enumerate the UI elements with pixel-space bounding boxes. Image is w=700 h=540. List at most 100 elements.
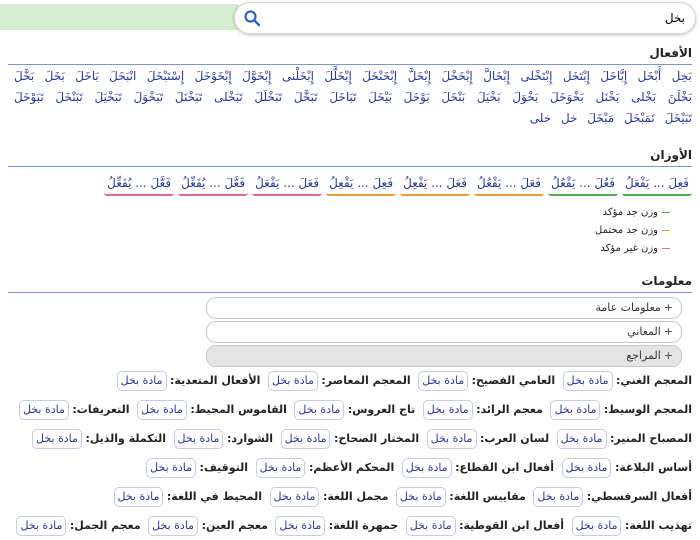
reference-link[interactable]: مادة بخل — [422, 400, 473, 420]
verb-link[interactable]: بَخْلى — [631, 90, 656, 104]
weight-chip[interactable]: فَعِلَ ... يَفْعِلُ — [326, 172, 397, 196]
references-list: المعجم الغني: مادة بخل العامي الفصيح: ما… — [8, 366, 692, 540]
reference-name: مقاييس اللغة: — [449, 490, 526, 503]
verb-link[interactable]: تَبَخْلَلَ — [254, 90, 282, 104]
verbs-list: بَخِل أَبْخَل إِبَّاخَلَ إِبْتَخَل إِبْت… — [8, 66, 692, 136]
weight-chip[interactable]: فَعُلَ ... يَفْعُلُ — [548, 172, 619, 196]
weight-chip[interactable]: فَعَلَ ... يَفْعُلُ — [474, 172, 545, 196]
reference-item: التكملة والذيل: مادة بخل — [32, 424, 166, 453]
verb-link[interactable]: إِسْتَبْخَلَ — [147, 69, 184, 83]
verb-link[interactable]: إِبْخَنْخَلَ — [362, 69, 397, 83]
reference-link[interactable]: مادة بخل — [533, 487, 584, 507]
verb-link[interactable]: بَخْنَل — [596, 90, 620, 104]
verb-link[interactable]: بَخْوَلَ — [512, 90, 538, 104]
verb-link[interactable]: بَخْيَلَ — [477, 90, 501, 104]
reference-item: المحيط في اللغة: مادة بخل — [113, 482, 262, 511]
verb-link[interactable]: بَخْلَنَ — [668, 90, 692, 104]
reference-link[interactable]: مادة بخل — [16, 516, 67, 536]
verb-link[interactable]: أَبْخَل — [638, 69, 662, 83]
reference-link[interactable]: مادة بخل — [269, 487, 320, 507]
reference-item: المحكم الأعظم: مادة بخل — [255, 453, 394, 482]
reference-link[interactable]: مادة بخل — [146, 458, 197, 478]
search-highlight-strip — [0, 4, 240, 30]
accordion-item[interactable]: +المراجع — [206, 345, 682, 367]
reference-link[interactable]: مادة بخل — [18, 400, 69, 420]
verb-link[interactable]: بَخْوَخَلَ — [550, 90, 584, 104]
reference-link[interactable]: مادة بخل — [561, 458, 612, 478]
verb-link[interactable]: بَنْخَلَ — [441, 90, 465, 104]
weight-chip[interactable]: فَعَّلَ ... يُفَعِّلُ — [104, 172, 175, 196]
reference-link[interactable]: مادة بخل — [550, 400, 601, 420]
verb-link[interactable]: بَوْخَلَ — [404, 90, 430, 104]
reference-link[interactable]: مادة بخل — [267, 371, 318, 391]
reference-link[interactable]: مادة بخل — [294, 400, 345, 420]
verb-link[interactable]: بَيْخَلَ — [368, 90, 392, 104]
reference-link[interactable]: مادة بخل — [255, 458, 306, 478]
reference-link[interactable]: مادة بخل — [426, 429, 477, 449]
search-box[interactable] — [234, 2, 696, 34]
expand-icon: + — [663, 301, 673, 314]
verb-link[interactable]: إِبَّاخَلَ — [600, 69, 627, 83]
reference-link[interactable]: مادة بخل — [405, 516, 456, 536]
verb-link[interactable]: تَبَخْيَلَ — [94, 90, 121, 104]
reference-link[interactable]: مادة بخل — [136, 400, 187, 420]
search-input[interactable] — [275, 7, 687, 29]
reference-name: القاموس المحيط: — [190, 403, 287, 416]
verb-link[interactable]: إِبْخَلَّلَ — [324, 69, 351, 83]
verb-link[interactable]: إِبْتَخْلى — [520, 69, 552, 83]
reference-item: أساس البلاغة: مادة بخل — [561, 453, 692, 482]
verb-link[interactable]: إِبْخَلْنى — [282, 69, 314, 83]
weight-chip[interactable]: فَعِلَ ... يَفْعَلُ — [622, 172, 692, 196]
info-section-title: معلومات — [641, 274, 692, 288]
verb-link[interactable]: بَخَلَ — [45, 69, 65, 83]
verb-link[interactable]: تَبَخَّلَ — [294, 90, 318, 104]
search-icon[interactable] — [243, 9, 261, 27]
reference-link[interactable]: مادة بخل — [32, 429, 82, 449]
verb-link[interactable]: تَبَيْخَلَ — [665, 111, 692, 125]
weight-chip[interactable]: فَعَلَ ... يَفْعِلُ — [400, 172, 471, 196]
verb-link[interactable]: انْبَخَلَ — [109, 69, 136, 83]
reference-link[interactable]: مادة بخل — [418, 371, 469, 391]
verb-link[interactable]: إِبْخَوْخَلَ — [195, 69, 232, 83]
reference-item: التوقيف: مادة بخل — [146, 453, 248, 482]
reference-item: أفعال ابن القوطية: مادة بخل — [405, 511, 564, 540]
verb-link[interactable]: إِبْخَلَّ — [408, 69, 432, 83]
reference-link[interactable]: مادة بخل — [556, 429, 607, 449]
verb-link[interactable]: إِبْخَوَّلَ — [242, 69, 271, 83]
reference-link[interactable]: مادة بخل — [395, 487, 446, 507]
verb-link[interactable]: إِبْتَخَل — [563, 69, 590, 83]
verb-link[interactable]: بَاخَلَ — [75, 69, 99, 83]
verb-link[interactable]: تَبَخْلى — [214, 90, 243, 104]
verb-link[interactable]: مَبْخَلَ — [587, 111, 614, 125]
verb-link[interactable]: خل — [561, 111, 578, 125]
reference-link[interactable]: مادة بخل — [113, 487, 164, 507]
reference-link[interactable]: مادة بخل — [571, 516, 622, 536]
legend-swatch — [662, 211, 670, 213]
reference-name: أساس البلاغة: — [614, 461, 692, 474]
reference-link[interactable]: مادة بخل — [275, 516, 326, 536]
verb-link[interactable]: تَبَخْنَلَ — [175, 90, 202, 104]
verb-link[interactable]: إِبْخَالَّ — [483, 69, 510, 83]
verb-link[interactable]: تَمَبْخَلَ — [624, 111, 655, 125]
reference-item: مجمل اللغة: مادة بخل — [269, 482, 389, 511]
verb-link[interactable]: بَخِل — [672, 69, 692, 83]
reference-link[interactable]: مادة بخل — [562, 371, 613, 391]
verb-link[interactable]: إِبْخَخْلَ — [442, 69, 473, 83]
weight-chip[interactable]: فَعَلَ ... يَفْعَلُ — [252, 172, 323, 196]
verb-link[interactable]: تَبَخْوَلَ — [134, 90, 164, 104]
verb-link[interactable]: خلى — [530, 111, 551, 125]
verb-link[interactable]: بَخَّلَ — [14, 69, 34, 83]
reference-name: مجمل اللغة: — [322, 490, 389, 503]
verb-link[interactable]: تَبَوْخَلَ — [14, 90, 44, 104]
weight-chip[interactable]: فَعَّلَ ... يُفَعِّلُ — [178, 172, 249, 196]
verb-link[interactable]: تَبَنْخَلَ — [55, 90, 82, 104]
reference-link[interactable]: مادة بخل — [116, 371, 167, 391]
reference-link[interactable]: مادة بخل — [401, 458, 452, 478]
accordion-item[interactable]: +المعاني — [206, 321, 682, 343]
reference-link[interactable]: مادة بخل — [280, 429, 331, 449]
verb-link[interactable]: تَبَاخَلَ — [329, 90, 356, 104]
accordion-item[interactable]: +معلومات عامة — [206, 297, 682, 319]
reference-name: أفعال ابن القطاع: — [455, 461, 555, 474]
reference-link[interactable]: مادة بخل — [148, 516, 199, 536]
reference-link[interactable]: مادة بخل — [173, 429, 224, 449]
